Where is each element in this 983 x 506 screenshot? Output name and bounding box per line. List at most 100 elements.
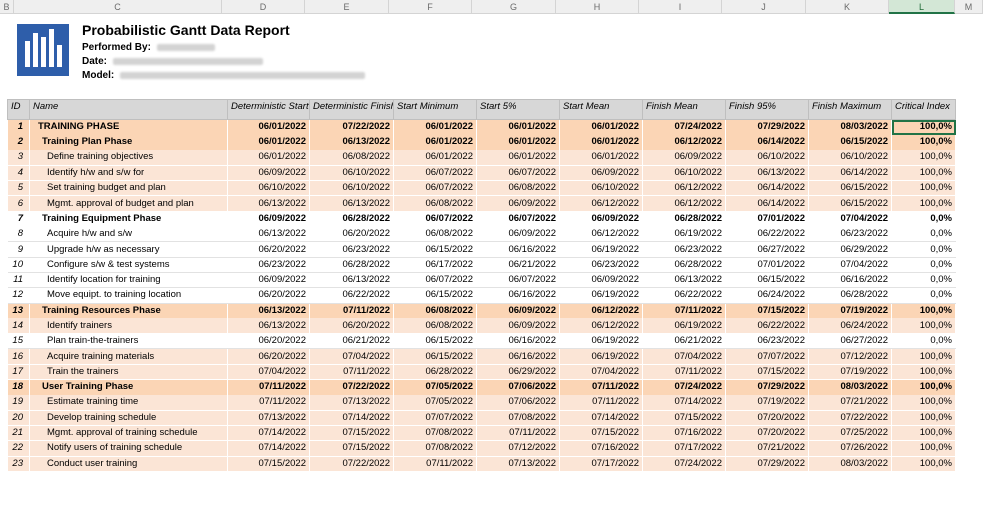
date-cell[interactable]: 07/11/2022 — [642, 303, 726, 319]
date-cell[interactable]: 06/07/2022 — [393, 211, 477, 227]
date-cell[interactable]: 06/21/2022 — [642, 333, 726, 350]
date-cell[interactable]: 06/01/2022 — [393, 119, 477, 135]
date-cell[interactable]: 07/15/2022 — [642, 410, 726, 426]
critical-index-cell[interactable]: 0,0% — [891, 241, 956, 258]
date-cell[interactable]: 07/19/2022 — [808, 303, 892, 319]
date-cell[interactable]: 06/12/2022 — [559, 303, 643, 319]
critical-index-cell[interactable]: 0,0% — [891, 226, 956, 243]
date-cell[interactable]: 06/21/2022 — [476, 257, 560, 273]
date-cell[interactable]: 06/09/2022 — [559, 272, 643, 289]
task-name[interactable]: Plan train-the-trainers — [29, 333, 228, 350]
date-cell[interactable]: 06/28/2022 — [309, 257, 394, 273]
date-cell[interactable]: 06/13/2022 — [309, 272, 394, 289]
date-cell[interactable]: 07/24/2022 — [642, 119, 726, 135]
date-cell[interactable]: 07/22/2022 — [309, 379, 394, 395]
date-cell[interactable]: 06/22/2022 — [725, 318, 809, 335]
date-cell[interactable]: 06/19/2022 — [559, 348, 643, 365]
row-id[interactable]: 23 — [7, 456, 30, 472]
critical-index-cell[interactable]: 100,0% — [891, 394, 956, 411]
date-cell[interactable]: 06/08/2022 — [309, 150, 394, 166]
critical-index-cell[interactable]: 100,0% — [891, 195, 956, 212]
date-cell[interactable]: 07/21/2022 — [725, 440, 809, 457]
task-name[interactable]: Training Equipment Phase — [29, 211, 228, 227]
date-cell[interactable]: 06/14/2022 — [725, 195, 809, 212]
date-cell[interactable]: 07/29/2022 — [725, 119, 809, 135]
date-cell[interactable]: 06/08/2022 — [393, 226, 477, 243]
date-cell[interactable]: 07/19/2022 — [725, 394, 809, 411]
date-cell[interactable]: 06/16/2022 — [808, 272, 892, 289]
date-cell[interactable]: 07/08/2022 — [476, 410, 560, 426]
row-id[interactable]: 10 — [7, 257, 30, 273]
date-cell[interactable]: 06/19/2022 — [559, 241, 643, 258]
date-cell[interactable]: 06/10/2022 — [642, 165, 726, 182]
date-cell[interactable]: 06/08/2022 — [393, 195, 477, 212]
date-cell[interactable]: 07/22/2022 — [808, 410, 892, 426]
date-cell[interactable]: 06/15/2022 — [393, 287, 477, 304]
date-cell[interactable]: 06/15/2022 — [393, 348, 477, 365]
critical-index-cell[interactable]: 100,0% — [891, 180, 956, 197]
task-name[interactable]: Estimate training time — [29, 394, 228, 411]
date-cell[interactable]: 07/08/2022 — [393, 425, 477, 442]
task-name[interactable]: Set training budget and plan — [29, 180, 228, 197]
date-cell[interactable]: 07/14/2022 — [559, 410, 643, 426]
date-cell[interactable]: 07/12/2022 — [808, 348, 892, 365]
critical-index-cell[interactable]: 100,0% — [891, 318, 956, 335]
date-cell[interactable]: 06/20/2022 — [309, 226, 394, 243]
task-name[interactable]: TRAINING PHASE — [29, 119, 228, 135]
date-cell[interactable]: 07/15/2022 — [227, 456, 310, 472]
date-cell[interactable]: 06/01/2022 — [227, 119, 310, 135]
date-cell[interactable]: 06/13/2022 — [725, 165, 809, 182]
date-cell[interactable]: 06/10/2022 — [559, 180, 643, 197]
row-id[interactable]: 2 — [7, 134, 30, 151]
date-cell[interactable]: 07/22/2022 — [309, 456, 394, 472]
date-cell[interactable]: 07/04/2022 — [227, 364, 310, 381]
date-cell[interactable]: 07/29/2022 — [725, 379, 809, 395]
critical-index-cell[interactable]: 100,0% — [891, 303, 956, 319]
date-cell[interactable]: 07/29/2022 — [725, 456, 809, 472]
row-id[interactable]: 18 — [7, 379, 30, 395]
date-cell[interactable]: 06/09/2022 — [476, 195, 560, 212]
task-name[interactable]: User Training Phase — [29, 379, 228, 395]
date-cell[interactable]: 06/15/2022 — [725, 272, 809, 289]
date-cell[interactable]: 06/12/2022 — [559, 318, 643, 335]
date-cell[interactable]: 07/07/2022 — [725, 348, 809, 365]
date-cell[interactable]: 06/27/2022 — [808, 333, 892, 350]
date-cell[interactable]: 07/11/2022 — [227, 379, 310, 395]
date-cell[interactable]: 06/13/2022 — [227, 195, 310, 212]
date-cell[interactable]: 06/15/2022 — [808, 134, 892, 151]
date-cell[interactable]: 07/11/2022 — [559, 379, 643, 395]
task-name[interactable]: Notify users of training schedule — [29, 440, 228, 457]
column-letter[interactable]: M — [955, 0, 983, 14]
date-cell[interactable]: 06/01/2022 — [559, 134, 643, 151]
date-cell[interactable]: 06/09/2022 — [227, 211, 310, 227]
date-cell[interactable]: 06/22/2022 — [642, 287, 726, 304]
date-cell[interactable]: 06/16/2022 — [476, 287, 560, 304]
task-name[interactable]: Define training objectives — [29, 150, 228, 166]
date-cell[interactable]: 06/13/2022 — [227, 226, 310, 243]
task-name[interactable]: Mgmt. approval of budget and plan — [29, 195, 228, 212]
date-cell[interactable]: 07/19/2022 — [808, 364, 892, 381]
date-cell[interactable]: 06/07/2022 — [476, 211, 560, 227]
critical-index-cell[interactable]: 0,0% — [891, 272, 956, 289]
date-cell[interactable]: 07/16/2022 — [642, 425, 726, 442]
date-cell[interactable]: 07/12/2022 — [476, 440, 560, 457]
date-cell[interactable]: 06/09/2022 — [476, 303, 560, 319]
date-cell[interactable]: 07/11/2022 — [227, 394, 310, 411]
column-letter[interactable]: G — [472, 0, 556, 14]
date-cell[interactable]: 07/04/2022 — [309, 348, 394, 365]
date-cell[interactable]: 06/01/2022 — [476, 150, 560, 166]
date-cell[interactable]: 06/20/2022 — [227, 333, 310, 350]
task-name[interactable]: Upgrade h/w as necessary — [29, 241, 228, 258]
task-name[interactable]: Acquire h/w and s/w — [29, 226, 228, 243]
critical-index-cell[interactable]: 100,0% — [891, 410, 956, 426]
date-cell[interactable]: 08/03/2022 — [808, 379, 892, 395]
date-cell[interactable]: 06/19/2022 — [559, 287, 643, 304]
row-id[interactable]: 1 — [7, 119, 30, 135]
date-cell[interactable]: 07/14/2022 — [642, 394, 726, 411]
date-cell[interactable]: 06/17/2022 — [393, 257, 477, 273]
date-cell[interactable]: 06/16/2022 — [476, 333, 560, 350]
date-cell[interactable]: 06/08/2022 — [476, 180, 560, 197]
date-cell[interactable]: 06/13/2022 — [309, 134, 394, 151]
task-name[interactable]: Move equipt. to training location — [29, 287, 228, 304]
critical-index-cell[interactable]: 100,0% — [891, 348, 956, 365]
